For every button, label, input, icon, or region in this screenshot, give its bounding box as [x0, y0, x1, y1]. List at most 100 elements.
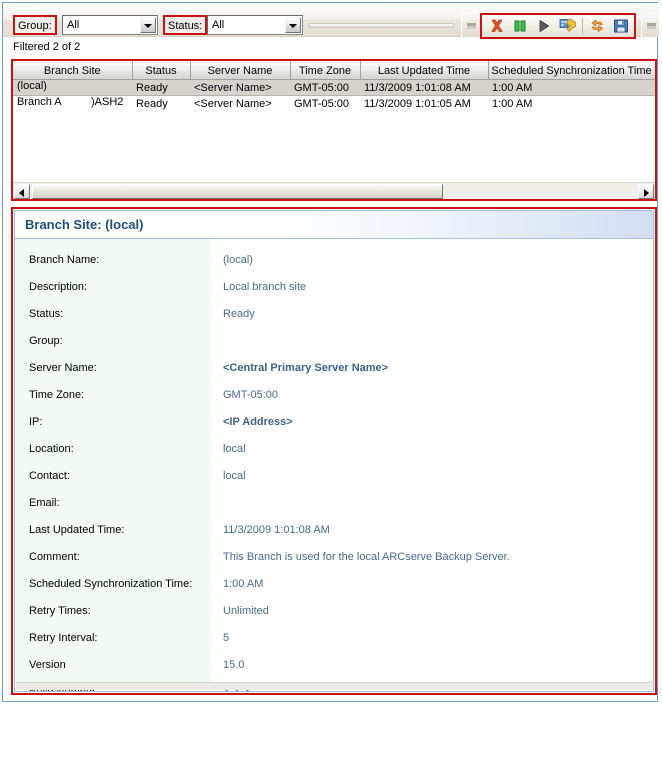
- group-filter-value: All: [67, 19, 80, 31]
- detail-row-scheduled-sync-time: Scheduled Synchronization Time: 1:00 AM: [15, 571, 653, 598]
- detail-field-list: Branch Name: (local) Description: Local …: [15, 239, 653, 691]
- chevron-down-icon[interactable]: [285, 17, 301, 33]
- detail-row-server-name: Server Name: <Central Primary Server Nam…: [15, 355, 653, 382]
- synchronize-icon: [591, 19, 604, 32]
- detail-row-contact: Contact: local: [15, 463, 653, 490]
- column-header-last-updated-time[interactable]: Last Updated Time: [360, 61, 489, 80]
- detail-row-ip: IP: <IP Address>: [15, 409, 653, 436]
- pause-icon: [514, 20, 526, 32]
- column-header-status[interactable]: Status: [132, 61, 191, 80]
- scroll-right-arrow-icon[interactable]: [638, 184, 654, 199]
- field-label: Branch Name:: [29, 254, 100, 266]
- field-label: Retry Interval:: [29, 632, 98, 644]
- field-label: Scheduled Synchronization Time:: [29, 578, 193, 590]
- field-value: (local): [223, 254, 253, 266]
- field-value: <IP Address>: [223, 416, 293, 428]
- toolbar-grip-left[interactable]: [461, 11, 479, 37]
- group-filter-label: Group:: [13, 15, 57, 35]
- configure-button[interactable]: [557, 16, 579, 36]
- table-row[interactable]: (local) Ready <Server Name> GMT-05:00 11…: [13, 79, 655, 96]
- field-value: 15.0: [223, 659, 245, 671]
- cell-time-zone: GMT-05:00: [294, 97, 350, 110]
- field-value: 5: [223, 632, 230, 644]
- branch-site-name: (local): [17, 80, 47, 93]
- field-label: Comment:: [29, 551, 80, 563]
- detail-row-branch-name: Branch Name: (local): [15, 247, 653, 274]
- cell-status: Ready: [132, 79, 190, 96]
- field-label: Server Name:: [29, 362, 97, 374]
- detail-row-retry-times: Retry Times: Unlimited: [15, 598, 653, 625]
- field-label: IP:: [29, 416, 43, 428]
- field-value: GMT-05:00: [223, 389, 279, 401]
- delete-button[interactable]: [486, 16, 508, 36]
- field-label: Status:: [29, 308, 64, 320]
- field-value: This Branch is used for the local ARCser…: [223, 551, 510, 563]
- cell-last-updated-time: 11/3/2009 1:01:05 AM: [364, 97, 471, 110]
- branch-site-extra: )ASH2: [91, 96, 124, 108]
- group-filter-dropdown[interactable]: All: [62, 15, 158, 35]
- field-label: Location:: [29, 443, 74, 455]
- field-value: Local branch site: [223, 281, 307, 293]
- status-filter-label: Status:: [163, 15, 208, 35]
- cell-scheduled-sync-time: 1:00 AM: [488, 79, 655, 96]
- action-toolbar: [480, 13, 636, 39]
- detail-row-status: Status: Ready: [15, 301, 653, 328]
- field-value: local: [223, 443, 246, 455]
- column-header-server-name[interactable]: Server Name: [190, 61, 291, 80]
- field-value: 11/3/2009 1:01:08 AM: [223, 524, 330, 536]
- field-value: <Central Primary Server Name>: [223, 362, 389, 374]
- scroll-left-arrow-icon[interactable]: [14, 184, 30, 199]
- application-window: Group: All Status: All Filtered 2 of 2 B…: [2, 2, 659, 702]
- field-label: Retry Times:: [29, 605, 91, 617]
- cell-server-name: <Server Name>: [190, 79, 290, 96]
- delete-icon: [491, 19, 503, 32]
- branch-site-table: Branch Site Status Server Name Time Zone…: [13, 61, 655, 112]
- detail-panel-body: Branch Name: (local) Description: Local …: [15, 239, 653, 691]
- cell-status: Ready: [136, 97, 168, 110]
- cell-scheduled-sync-time: 1:00 AM: [492, 97, 533, 110]
- pause-button[interactable]: [510, 16, 532, 36]
- branch-site-grid-panel: Branch Site Status Server Name Time Zone…: [11, 59, 657, 201]
- detail-row-retry-interval: Retry Interval: 5: [15, 625, 653, 652]
- field-label: Group:: [29, 335, 63, 347]
- synchronize-button[interactable]: [587, 16, 609, 36]
- table-row[interactable]: Branch A )ASH2 Ready <Server Name> GMT-0…: [13, 96, 655, 112]
- detail-row-description: Description: Local branch site: [15, 274, 653, 301]
- scrollbar-thumb[interactable]: [32, 184, 443, 199]
- chevron-down-icon[interactable]: [140, 17, 156, 33]
- column-header-scheduled-sync-time[interactable]: Scheduled Synchronization Time: [488, 61, 655, 80]
- status-filter-value: All: [212, 19, 225, 31]
- field-label: Contact:: [29, 470, 70, 482]
- toolbar-grip-right[interactable]: [641, 11, 659, 37]
- run-button[interactable]: [533, 16, 555, 36]
- detail-row-version: Version 15.0: [15, 652, 653, 679]
- play-icon: [539, 20, 549, 32]
- cell-server-name: <Server Name>: [194, 97, 272, 110]
- field-value: Unlimited: [223, 605, 269, 617]
- cell-last-updated-time: 11/3/2009 1:01:08 AM: [360, 79, 488, 96]
- detail-row-comment: Comment: This Branch is used for the loc…: [15, 544, 653, 571]
- branch-site-detail-panel: Branch Site: (local) Branch Name: (local…: [11, 207, 657, 695]
- field-value: Ready: [223, 308, 255, 320]
- detail-row-last-updated-time: Last Updated Time: 11/3/2009 1:01:08 AM: [15, 517, 653, 544]
- detail-row-time-zone: Time Zone: GMT-05:00: [15, 382, 653, 409]
- detail-row-group: Group:: [15, 328, 653, 355]
- column-header-branch-site[interactable]: Branch Site: [13, 61, 133, 80]
- field-value: 1:00 AM: [223, 578, 264, 590]
- save-button[interactable]: [610, 16, 632, 36]
- detail-row-email: Email:: [15, 490, 653, 517]
- branch-site-grid: Branch Site Status Server Name Time Zone…: [13, 61, 655, 199]
- field-value: local: [223, 470, 246, 482]
- toolbar: Group: All Status: All: [3, 3, 659, 39]
- field-label: Last Updated Time:: [29, 524, 125, 536]
- cell-branch-site: (local): [13, 79, 132, 96]
- toolbar-separator: [582, 18, 583, 34]
- field-label: Description:: [29, 281, 88, 293]
- status-filter-dropdown[interactable]: All: [207, 15, 303, 35]
- filter-status-text: Filtered 2 of 2: [13, 41, 81, 53]
- column-header-time-zone[interactable]: Time Zone: [290, 61, 361, 80]
- toolbar-filler: [309, 23, 454, 28]
- wrench-icon: [559, 19, 576, 32]
- save-icon: [614, 19, 629, 33]
- grid-horizontal-scrollbar[interactable]: [13, 182, 655, 199]
